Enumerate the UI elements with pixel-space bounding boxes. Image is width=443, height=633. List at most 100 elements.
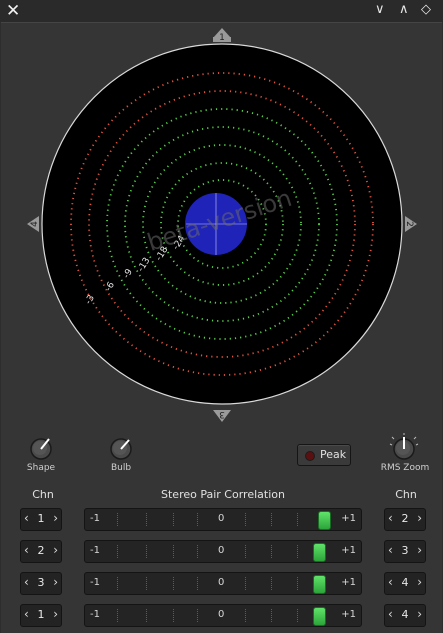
correlation-thumb <box>312 575 326 594</box>
scale-tick <box>117 545 118 558</box>
scale-tick <box>271 545 272 558</box>
correlation-title: Stereo Pair Correlation <box>161 488 285 501</box>
chevron-left-icon[interactable]: ‹ <box>24 543 29 557</box>
channel-marker-right: 2 <box>404 216 417 232</box>
peak-button-label: Peak <box>320 448 347 461</box>
scale-max-label: +1 <box>341 513 356 524</box>
scale-tick <box>146 609 147 622</box>
scale-min-label: -1 <box>90 577 100 588</box>
scale-tick <box>146 545 147 558</box>
scale-tick <box>146 513 147 526</box>
scale-min-label: -1 <box>90 609 100 620</box>
correlation-thumb <box>318 511 332 530</box>
scale-tick <box>245 513 246 526</box>
svg-text:4: 4 <box>30 221 40 227</box>
scale-tick <box>297 609 298 622</box>
chevron-left-icon[interactable]: ‹ <box>24 575 29 589</box>
scale-tick <box>197 577 198 590</box>
chn-left-spinbox[interactable]: ‹ 1 › <box>20 604 62 627</box>
chevron-left-icon[interactable]: ‹ <box>24 511 29 525</box>
scale-min-label: -1 <box>90 513 100 524</box>
chn-left-spinbox[interactable]: ‹ 1 › <box>20 508 62 531</box>
chevron-right-icon[interactable]: › <box>53 543 58 557</box>
rms-zoom-label: RMS Zoom <box>380 463 430 473</box>
scale-mid-label: 0 <box>218 609 225 620</box>
chevron-left-icon[interactable]: ‹ <box>388 607 393 621</box>
correlation-thumb <box>312 607 326 626</box>
shape-label: Shape <box>26 463 56 473</box>
scale-min-label: -1 <box>90 545 100 556</box>
chevron-right-icon[interactable]: › <box>53 607 58 621</box>
shape-knob[interactable] <box>30 438 52 460</box>
chevron-right-icon[interactable]: › <box>417 511 422 525</box>
chevron-left-icon[interactable]: ‹ <box>24 607 29 621</box>
scale-tick <box>297 545 298 558</box>
scale-tick <box>197 609 198 622</box>
chn-left-value: 2 <box>37 544 45 557</box>
chn-right-value: 3 <box>401 544 409 557</box>
chn-left-header: Chn <box>32 488 54 501</box>
scale-tick <box>173 513 174 526</box>
surround-scope: -3-6-9-13-18-24 beta-version 1 2 3 4 <box>27 28 419 460</box>
chn-right-spinbox[interactable]: ‹ 4 › <box>384 604 426 627</box>
scale-tick <box>117 577 118 590</box>
chevron-right-icon[interactable]: › <box>417 607 422 621</box>
chn-right-spinbox[interactable]: ‹ 2 › <box>384 508 426 531</box>
channel-marker-top: 1 <box>213 28 231 43</box>
scale-tick <box>197 545 198 558</box>
rms-zoom-knob[interactable] <box>389 433 419 460</box>
chevron-right-icon[interactable]: › <box>417 543 422 557</box>
chn-right-header: Chn <box>395 488 417 501</box>
svg-text:3: 3 <box>219 409 225 419</box>
correlation-meter: -1 0 +1 <box>84 540 362 563</box>
scale-tick <box>245 577 246 590</box>
scale-tick <box>271 609 272 622</box>
chn-right-value: 2 <box>401 512 409 525</box>
svg-text:2: 2 <box>404 221 414 227</box>
chn-left-value: 3 <box>37 576 45 589</box>
scale-tick <box>146 577 147 590</box>
scale-tick <box>117 513 118 526</box>
scale-mid-label: 0 <box>218 545 225 556</box>
scale-mid-label: 0 <box>218 513 225 524</box>
scale-tick <box>297 513 298 526</box>
chn-right-value: 4 <box>401 576 409 589</box>
bulb-knob[interactable] <box>110 438 132 460</box>
bulb-label: Bulb <box>110 463 132 473</box>
chevron-right-icon[interactable]: › <box>53 575 58 589</box>
chevron-left-icon[interactable]: ‹ <box>388 543 393 557</box>
correlation-meter: -1 0 +1 <box>84 572 362 595</box>
peak-led-icon <box>305 451 315 461</box>
channel-marker-bottom: 3 <box>213 409 231 422</box>
chn-right-spinbox[interactable]: ‹ 3 › <box>384 540 426 563</box>
scale-mid-label: 0 <box>218 577 225 588</box>
correlation-thumb <box>312 543 326 562</box>
chevron-left-icon[interactable]: ‹ <box>388 511 393 525</box>
correlation-meter: -1 0 +1 <box>84 604 362 627</box>
chn-left-value: 1 <box>37 512 45 525</box>
scale-tick <box>297 577 298 590</box>
scale-tick <box>173 577 174 590</box>
peak-button[interactable]: Peak <box>297 444 351 466</box>
scale-max-label: +1 <box>341 609 356 620</box>
scale-tick <box>271 513 272 526</box>
chevron-right-icon[interactable]: › <box>417 575 422 589</box>
scale-tick <box>245 609 246 622</box>
scale-tick <box>271 577 272 590</box>
scale-max-label: +1 <box>341 545 356 556</box>
scale-tick <box>117 609 118 622</box>
chn-right-spinbox[interactable]: ‹ 4 › <box>384 572 426 595</box>
chn-left-value: 1 <box>37 608 45 621</box>
chn-left-spinbox[interactable]: ‹ 3 › <box>20 572 62 595</box>
channel-marker-left: 4 <box>27 216 40 232</box>
scale-tick <box>173 609 174 622</box>
correlation-meter: -1 0 +1 <box>84 508 362 531</box>
chevron-right-icon[interactable]: › <box>53 511 58 525</box>
scale-tick <box>245 545 246 558</box>
chn-left-spinbox[interactable]: ‹ 2 › <box>20 540 62 563</box>
chevron-left-icon[interactable]: ‹ <box>388 575 393 589</box>
scale-max-label: +1 <box>341 577 356 588</box>
svg-text:1: 1 <box>219 33 225 43</box>
scale-tick <box>197 513 198 526</box>
chn-right-value: 4 <box>401 608 409 621</box>
